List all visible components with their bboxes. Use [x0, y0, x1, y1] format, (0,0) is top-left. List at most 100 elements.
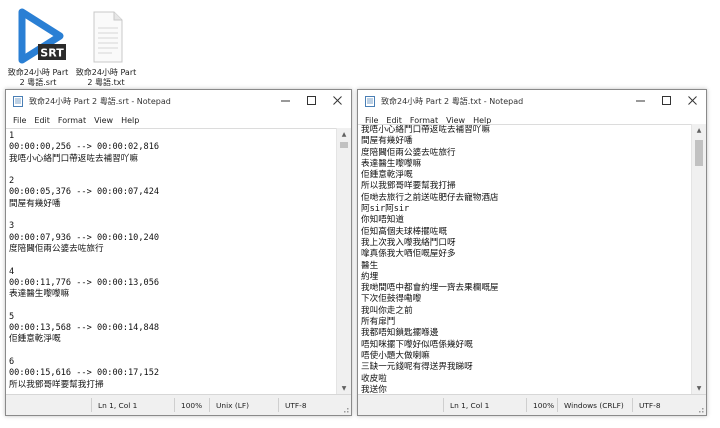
text-line: 下次佢鼓得嘞嚟	[361, 294, 422, 305]
menu-file[interactable]: File	[9, 116, 30, 125]
text-line: 我叫你走之前	[361, 305, 413, 316]
window-title: 致命24小時 Part 2 粵語.srt - Notepad	[29, 96, 171, 106]
scroll-up-arrow-icon[interactable]: ▲	[337, 128, 351, 140]
srt-badge-text: SRT	[40, 47, 64, 60]
minimize-button[interactable]	[273, 90, 299, 112]
text-line: 度陪閪佢兩公婆去咗旅行	[361, 147, 456, 158]
txt-file-caption: 致命24小時 Part 2 粵語.txt	[70, 68, 142, 88]
status-bar: Ln 1, Col 1 100% Unix (LF) UTF-8	[6, 394, 351, 415]
text-line: 佢鍾意乾淨嘅	[9, 334, 61, 345]
text-line: 00:00:15,616 --> 00:00:17,152	[9, 368, 160, 379]
text-line: 00:00:13,568 --> 00:00:14,848	[9, 323, 160, 334]
txt-file-icon[interactable]: 致命24小時 Part 2 粵語.txt	[70, 6, 142, 88]
minimize-icon	[636, 100, 645, 102]
text-line: 約埋	[361, 271, 379, 282]
maximize-button[interactable]	[299, 90, 325, 112]
text-line	[9, 255, 337, 266]
status-bar: Ln 1, Col 1 100% Windows (CRLF) UTF-8	[358, 394, 706, 415]
scroll-thumb[interactable]	[340, 142, 348, 148]
menu-edit[interactable]: Edit	[30, 116, 54, 125]
notepad-app-icon	[365, 96, 375, 107]
text-line: 醫生	[361, 260, 379, 271]
status-zoom: 100%	[533, 401, 555, 410]
text-line: 我上次我入嚟我絡鬥口呀	[361, 237, 456, 248]
play-srt-icon: SRT	[18, 8, 66, 64]
text-line: 我唔小心絡鬥口帶返咗去補習吖嘛	[9, 153, 138, 164]
srt-file-icon[interactable]: SRT 致命24小時 Part 2 粵語.srt	[2, 6, 74, 88]
scroll-down-arrow-icon[interactable]: ▼	[692, 382, 706, 394]
vertical-scrollbar[interactable]: ▲ ▼	[691, 124, 706, 394]
text-line: 6	[9, 356, 15, 367]
text-line: 我都唔知鎖匙擺喺邊	[361, 328, 439, 339]
close-button[interactable]	[680, 90, 706, 112]
notepad-app-icon	[13, 96, 23, 107]
text-line: 唔知咪擺下嚟好似唔係幾好嘅	[361, 339, 473, 350]
resize-grip-icon[interactable]	[341, 405, 349, 413]
title-bar[interactable]: 致命24小時 Part 2 粵語.srt - Notepad	[6, 90, 351, 112]
text-line: 嗱真係我大哂佢嘅屋好多	[361, 249, 456, 260]
srt-file-caption: 致命24小時 Part 2 粵語.srt	[2, 68, 74, 88]
text-line: 3	[9, 221, 15, 232]
vertical-scrollbar[interactable]: ▲ ▼	[336, 128, 351, 394]
scroll-up-arrow-icon[interactable]: ▲	[692, 124, 706, 136]
maximize-icon	[307, 96, 316, 105]
window-title: 致命24小時 Part 2 粵語.txt - Notepad	[381, 96, 524, 106]
text-line: 4	[9, 266, 15, 277]
text-line: 佢知高個夫球棒擺咗嘅	[361, 226, 447, 237]
notepad-window-srt: 致命24小時 Part 2 粵語.srt - Notepad File Edit…	[5, 89, 352, 416]
text-line: 表達醫生嚟嚟嘛	[361, 158, 422, 169]
text-line: 我唔小心絡鬥口帶返咗去補習吖嘛	[361, 125, 490, 135]
status-position: Ln 1, Col 1	[450, 401, 490, 410]
menu-view[interactable]: View	[90, 116, 117, 125]
minimize-button[interactable]	[628, 90, 654, 112]
text-line: 所以我鄧哥咩要幫我打掃	[9, 379, 104, 390]
close-icon	[333, 96, 342, 105]
text-editor[interactable]: 1 00:00:00,256 --> 00:00:02,816 我唔小心絡鬥口帶返咗…	[6, 128, 337, 394]
notepad-window-txt: 致命24小時 Part 2 粵語.txt - Notepad File Edit…	[357, 89, 707, 416]
txt-caption-line1: 致命24小時 Part	[75, 68, 137, 77]
text-line: 佢鍾意乾淨嘅	[361, 170, 413, 181]
minimize-icon	[281, 100, 290, 102]
srt-caption-line2: 2 粵語.srt	[19, 78, 57, 87]
scroll-down-arrow-icon[interactable]: ▼	[337, 382, 351, 394]
menu-format[interactable]: Format	[54, 116, 90, 125]
text-line: 所以我鄧哥咩要幫我打掃	[361, 181, 456, 192]
status-encoding: UTF-8	[639, 401, 661, 410]
text-line: 00:00:07,936 --> 00:00:10,240	[9, 232, 160, 243]
close-button[interactable]	[325, 90, 351, 112]
text-line: 表達醫生嚟嚟嘛	[9, 289, 70, 300]
status-position: Ln 1, Col 1	[98, 401, 138, 410]
txt-caption-line2: 2 粵語.txt	[87, 78, 125, 87]
status-encoding: UTF-8	[285, 401, 307, 410]
text-line: 阿sir阿sir	[361, 204, 410, 215]
maximize-icon	[662, 96, 671, 105]
resize-grip-icon[interactable]	[696, 405, 704, 413]
text-line	[9, 346, 337, 357]
text-document-icon	[93, 11, 123, 63]
text-line: 度陪閪佢兩公婆去咗旅行	[9, 243, 104, 254]
text-line: 5	[9, 311, 15, 322]
text-line: 2	[9, 176, 15, 187]
menu-help[interactable]: Help	[117, 116, 143, 125]
status-line-ending: Windows (CRLF)	[564, 401, 624, 410]
text-editor[interactable]: 我唔小心絡鬥口帶返咗去補習吖嘛 間屋有幾好噃 度陪閪佢兩公婆去咗旅行 表達醫生嚟嚟嘛佢…	[358, 124, 692, 394]
text-line	[9, 210, 337, 221]
status-line-ending: Unix (LF)	[216, 401, 250, 410]
text-line: 佢哋去旅行之前送咗肥仔去寵物酒店	[361, 192, 499, 203]
text-line: 00:00:00,256 --> 00:00:02,816	[9, 142, 160, 153]
text-line: 所有扉鬥	[361, 317, 396, 328]
maximize-button[interactable]	[654, 90, 680, 112]
text-line: 唔使小題大做喇嘛	[361, 350, 430, 361]
close-icon	[688, 96, 697, 105]
text-line	[9, 300, 337, 311]
text-line	[9, 165, 337, 176]
menu-bar: File Edit Format View Help	[6, 112, 351, 128]
text-line: 我送你	[361, 384, 387, 394]
srt-caption-line1: 致命24小時 Part	[7, 68, 69, 77]
text-line: 00:00:11,776 --> 00:00:13,056	[9, 277, 160, 288]
text-line: 我哋間唔中都會約埋一齊去果欄嘅屋	[361, 283, 499, 294]
text-line: 三缺一元錢呢有得送畀我睇呀	[361, 362, 473, 373]
scroll-thumb[interactable]	[695, 140, 703, 166]
text-line: 收皮啦	[361, 373, 387, 384]
title-bar[interactable]: 致命24小時 Part 2 粵語.txt - Notepad	[358, 90, 706, 112]
